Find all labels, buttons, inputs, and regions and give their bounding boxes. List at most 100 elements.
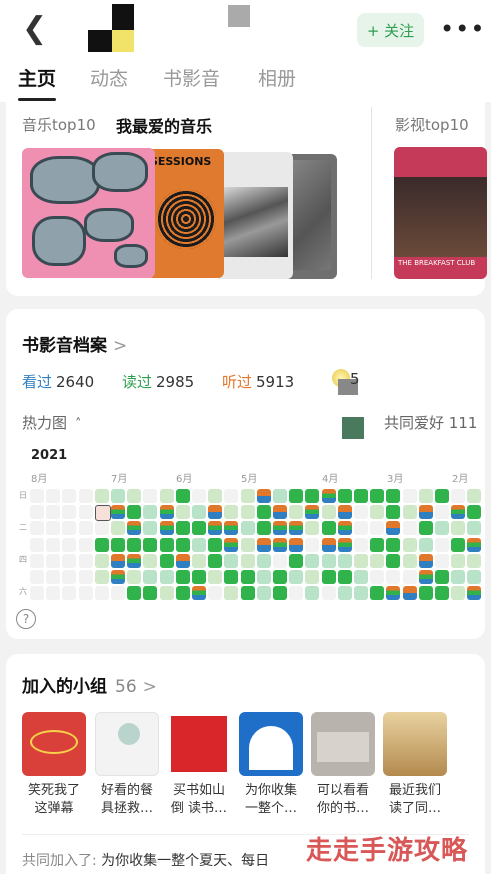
heatmap-cell — [46, 489, 61, 503]
group-item[interactable]: 好看的餐 具拯救… — [95, 712, 159, 818]
album-cover-2[interactable]: SESSIONS — [146, 149, 224, 278]
heatmap-cell — [208, 521, 223, 536]
heatmap-cell — [224, 553, 239, 568]
heatmap-cell — [256, 553, 271, 568]
heatmap-cell — [418, 505, 433, 520]
month-label: 2月 — [452, 474, 469, 485]
heatmap-cell — [289, 553, 304, 568]
day-label: 四 — [19, 555, 27, 564]
group-image — [167, 712, 231, 776]
heatmap-cell — [175, 553, 190, 568]
heatmap-cell — [240, 537, 255, 552]
heatmap-cell — [305, 505, 320, 520]
heatmap-cell — [159, 489, 174, 503]
tab-updates[interactable]: 动态 — [90, 64, 128, 91]
heatmap-cell — [143, 489, 158, 503]
heatmap-cell — [62, 586, 77, 601]
heatmap-cell — [386, 570, 401, 584]
group-name: 好看的餐 具拯救… — [100, 783, 153, 816]
heatmap-cell — [354, 586, 368, 601]
favorite-music-title[interactable]: 我最爱的音乐 — [116, 113, 212, 137]
heatmap-cell — [370, 521, 385, 536]
heatmap-cell — [240, 570, 255, 584]
heatmap-cell — [94, 505, 111, 522]
heatmap-cell — [224, 537, 239, 552]
heatmap-cell — [386, 553, 401, 568]
music-top10-label[interactable]: 音乐top10 — [22, 114, 96, 135]
group-item[interactable]: 买书如山 倒 读书… — [167, 712, 231, 818]
heatmap-cell — [467, 521, 482, 536]
heatmap-cell — [46, 586, 61, 601]
heatmap-cell — [224, 570, 239, 584]
back-chevron-icon[interactable]: ❮ — [22, 14, 47, 44]
heatmap-cell — [175, 586, 190, 601]
stat-read[interactable]: 读过 2985 — [122, 371, 194, 392]
tab-media[interactable]: 书影音 — [163, 64, 220, 91]
film-top10-label[interactable]: 影视top10 — [395, 114, 469, 135]
heatmap-cell — [143, 521, 158, 536]
archive-title[interactable]: 书影音档案 > — [22, 331, 127, 356]
heatmap-cell — [30, 537, 44, 552]
heatmap-cell — [30, 586, 44, 601]
help-icon[interactable]: ? — [16, 609, 36, 629]
stat-listened[interactable]: 听过 5913 — [222, 371, 294, 392]
more-icon[interactable]: ••• — [440, 14, 485, 44]
heatmap-cell — [78, 489, 93, 503]
heatmap-cell — [192, 537, 206, 552]
chevron-up-icon: ˄ — [75, 417, 82, 432]
top-bar: ❮ + 关注 ••• — [0, 0, 491, 60]
group-name: 可以看看 你的书… — [316, 783, 369, 816]
heatmap-cell — [30, 570, 44, 584]
heatmap-cell — [402, 505, 417, 520]
heatmap-cell — [192, 586, 206, 601]
album-cover-1[interactable] — [22, 148, 155, 278]
common-interests[interactable]: 共同爱好 111 — [384, 412, 477, 433]
heatmap-cell — [240, 586, 255, 601]
heatmap-cell — [240, 489, 255, 503]
group-image — [95, 712, 159, 776]
groups-header[interactable]: 加入的小组 56 > — [22, 672, 157, 697]
tab-album[interactable]: 相册 — [258, 64, 296, 91]
heatmap-cell — [94, 553, 109, 568]
heatmap-cell — [435, 537, 449, 552]
heatmap-cell — [402, 521, 417, 536]
badge[interactable]: 5 — [324, 365, 360, 395]
heatmap-cell — [111, 586, 125, 601]
group-item[interactable]: 笑死我了 这弹幕 — [22, 712, 86, 818]
heatmap-cell — [289, 521, 304, 536]
shared-avatar[interactable] — [342, 417, 364, 439]
heatmap-toggle[interactable]: 热力图 ˄ — [22, 412, 82, 433]
heatmap-cell — [418, 537, 433, 552]
shared-groups[interactable]: 共同加入了: 为你收集一整个夏天、每日 — [22, 850, 269, 870]
album-cover-3[interactable] — [215, 152, 293, 279]
stat-watched[interactable]: 看过 2640 — [22, 371, 94, 392]
group-item[interactable]: 可以看看 你的书… — [311, 712, 375, 818]
heatmap-cell — [337, 505, 352, 520]
heatmap-cell — [159, 505, 174, 520]
heatmap-cell — [467, 553, 482, 568]
follow-button[interactable]: + 关注 — [357, 13, 424, 47]
heatmap-cell — [435, 505, 449, 520]
heatmap-cell — [418, 489, 433, 503]
heatmap-cell — [289, 505, 304, 520]
heatmap-cell — [467, 586, 482, 601]
month-label: 5月 — [241, 474, 258, 485]
heatmap-cell — [240, 505, 255, 520]
month-label: 4月 — [322, 474, 339, 485]
group-name: 买书如山 倒 读书… — [170, 783, 228, 816]
heatmap-cell — [337, 570, 352, 584]
heatmap-cell — [337, 489, 352, 503]
heatmap-cell — [467, 570, 482, 584]
tab-home[interactable]: 主页 — [18, 64, 56, 91]
heatmap-cell — [370, 553, 385, 568]
group-item[interactable]: 为你收集 一整个… — [239, 712, 303, 818]
group-item[interactable]: 最近我们 读了同… — [383, 712, 447, 818]
heatmap-cell — [435, 586, 449, 601]
heatmap-cell — [78, 505, 93, 520]
heatmap-cell — [273, 586, 287, 601]
heatmap-cell — [402, 570, 417, 584]
avatar[interactable] — [88, 4, 136, 52]
heatmap-cell — [46, 537, 61, 552]
heatmap-cell — [256, 521, 271, 536]
film-cover-1[interactable]: THE BREAKFAST CLUB — [394, 147, 487, 279]
